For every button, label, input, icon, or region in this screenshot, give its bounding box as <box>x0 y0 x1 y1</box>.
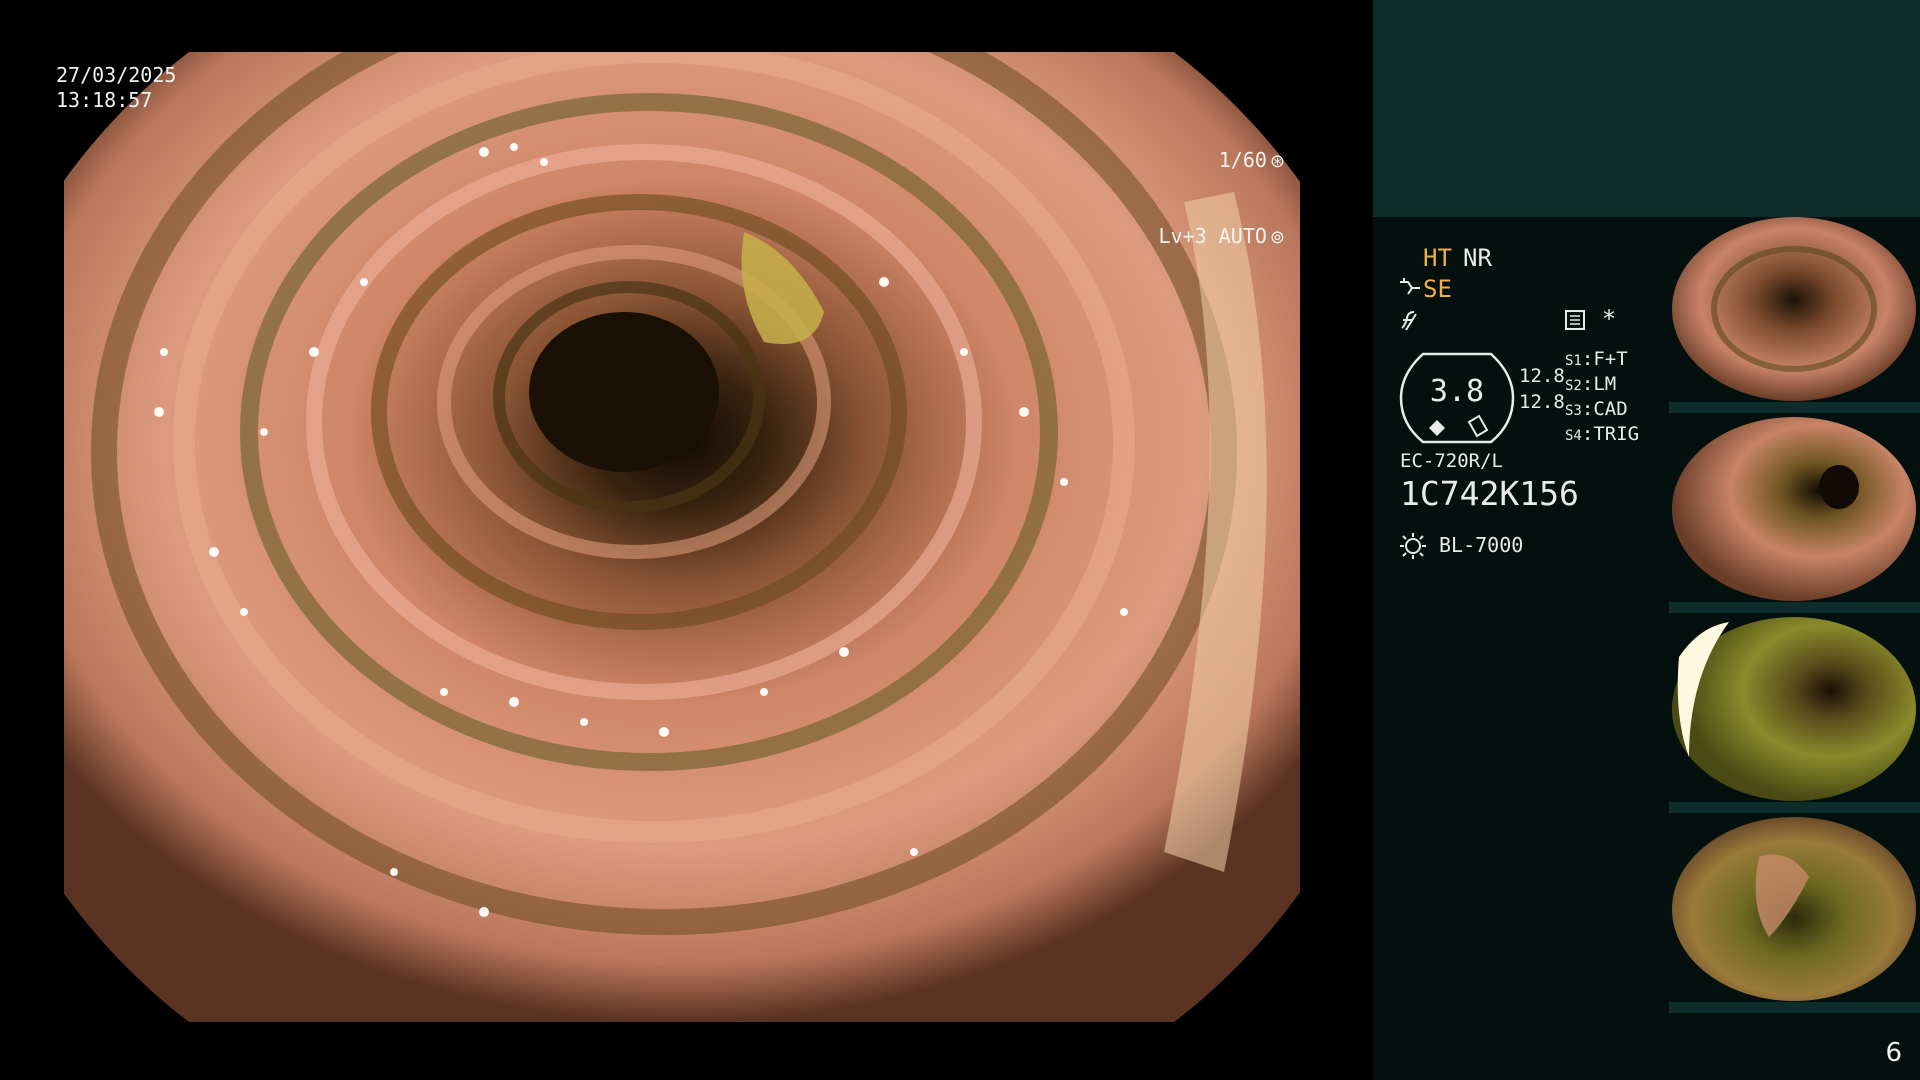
switch-1: S1:F+T <box>1565 348 1628 370</box>
switch-value: CAD <box>1593 398 1628 420</box>
switch-3: S3:CAD <box>1565 398 1628 420</box>
datetime-display: 27/03/2025 13:18:57 <box>56 63 176 113</box>
f-symbol-icon <box>1401 311 1417 331</box>
thumbnail-3[interactable] <box>1669 617 1920 813</box>
page-number: 6 <box>1885 1038 1902 1068</box>
gauge-side-value-2: 12.8 <box>1519 391 1565 413</box>
scope-serial-number: 1C742K156 <box>1400 474 1579 513</box>
light-source-model: BL-7000 <box>1439 533 1524 557</box>
gauge-side-value-1: 12.8 <box>1519 365 1565 387</box>
switch-value: F+T <box>1593 348 1628 370</box>
ht-label: HT <box>1423 244 1452 272</box>
thumbnail-image <box>1672 817 1916 1001</box>
light-source-icon <box>1400 533 1426 559</box>
switch-2: S2:LM <box>1565 373 1617 395</box>
exposure-info: 1/60 ⊛ Lv+3 AUTO ⊚ <box>1159 98 1285 300</box>
thumbnail-4[interactable] <box>1669 817 1920 1013</box>
thumbnail-footer <box>1669 1002 1920 1013</box>
switch-value: LM <box>1593 373 1617 395</box>
endoscope-image <box>64 52 1300 1022</box>
switch-key: S3 <box>1565 403 1582 419</box>
panel-header-area <box>1373 0 1920 217</box>
settings-area: HT NR SE * 3.8 12.8 12.8 S1:F+T S2:LM S3… <box>1373 217 1673 717</box>
enhancement-icon <box>1400 278 1420 295</box>
switch-value: TRIG <box>1593 423 1640 445</box>
se-label: SE <box>1423 275 1452 303</box>
thumbnail-1[interactable] <box>1669 217 1920 413</box>
thumbnail-image <box>1672 417 1916 601</box>
switch-key: S4 <box>1565 428 1582 444</box>
date-text: 27/03/2025 <box>56 63 177 87</box>
auto-iris-icon: ⊚ <box>1269 227 1285 248</box>
gauge-value: 3.8 <box>1429 374 1485 409</box>
shutter-speed: 1/60 <box>1218 148 1267 172</box>
thumbnail-footer <box>1669 802 1920 813</box>
thumbnail-2[interactable] <box>1669 417 1920 613</box>
main-endoscope-view: 27/03/2025 13:18:57 1/60 ⊛ Lv+3 AUTO ⊚ <box>0 0 1373 1080</box>
scope-model: EC-720R/L <box>1400 450 1503 472</box>
memo-icon <box>1565 310 1585 330</box>
nr-label: NR <box>1463 244 1492 272</box>
switch-4: S4:TRIG <box>1565 423 1640 445</box>
shutter-icon: ⊛ <box>1269 151 1285 172</box>
asterisk-indicator: * <box>1603 305 1615 333</box>
time-text: 13:18:57 <box>56 88 153 112</box>
thumbnail-image <box>1672 217 1916 401</box>
thumbnail-footer <box>1669 402 1920 413</box>
switch-key: S2 <box>1565 378 1582 394</box>
thumbnail-image <box>1672 617 1916 801</box>
switch-key: S1 <box>1565 353 1582 369</box>
thumbnail-footer <box>1669 602 1920 613</box>
level-mode: Lv+3 AUTO <box>1158 224 1267 248</box>
